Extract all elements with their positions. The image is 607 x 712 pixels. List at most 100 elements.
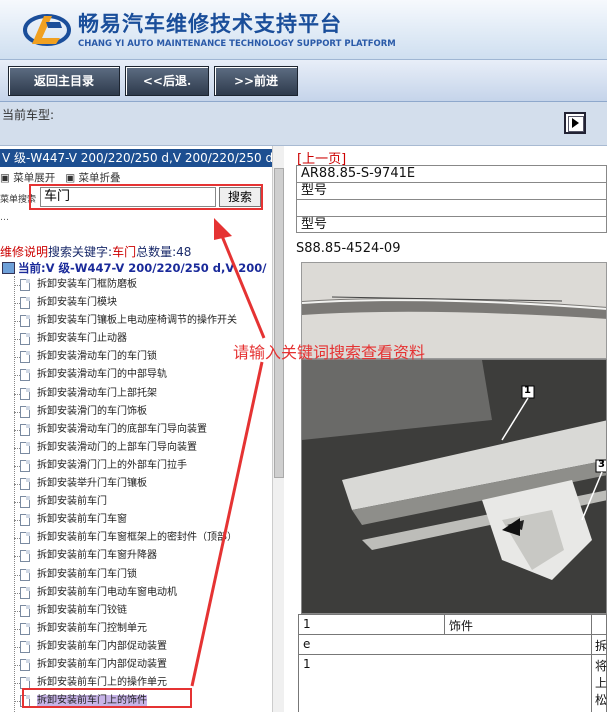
tree-item-label: 拆卸安装车门框防磨板: [37, 279, 137, 290]
tree-item-label: 拆卸安装滑动车门的中部导轨: [37, 369, 167, 381]
document-icon: [20, 640, 30, 653]
parts-cell: 松: [595, 693, 607, 707]
result-kw-label: 搜索关键字:: [48, 245, 113, 259]
vehicle-label: 当前车型:: [2, 108, 55, 122]
expand-icon[interactable]: ▣: [0, 172, 10, 184]
tree-item-label: 拆卸安装前车门: [37, 496, 107, 508]
tree-item[interactable]: 拆卸安装前车门内部促动装置: [14, 656, 272, 674]
document-icon: [20, 315, 30, 328]
tree-item-label: 拆卸安装前车门车窗: [37, 514, 127, 526]
back-button[interactable]: <<后退.: [125, 66, 209, 96]
result-keyword: 车门: [112, 245, 137, 259]
tree-item-label: 拆卸安装前车门铰链: [37, 604, 127, 616]
tree-item[interactable]: 拆卸安装前车门内部促动装置: [14, 638, 272, 656]
search-result-summary: 维修说明搜索关键字:车门总数量:48: [0, 243, 191, 260]
document-icon: [20, 658, 30, 671]
tree-item-label: 拆卸安装前车门内部促动装置: [37, 658, 167, 670]
expand-all-link[interactable]: 菜单展开: [13, 172, 55, 184]
parts-table: 1 饰件 e 拆 1 将 上 松: [298, 614, 607, 712]
document-icon: [20, 568, 30, 581]
callout-1: 1: [524, 385, 531, 396]
tree-item-label: 拆卸安装前车门车窗升降器: [37, 550, 157, 562]
computer-icon: [2, 262, 15, 274]
document-icon: [20, 351, 30, 364]
doc-empty-row: [296, 199, 607, 216]
tree-item[interactable]: 拆卸安装滑动车门上部托架: [14, 385, 272, 403]
ellipsis: …: [0, 213, 9, 223]
doc-part-number: AR88.85-S-9741E: [296, 165, 607, 182]
toolbar: 返回主目录 <<后退. >>前进: [0, 60, 607, 102]
header-banner: 畅易汽车维修技术支持平台 CHANG YI AUTO MAINTENANCE T…: [0, 0, 607, 60]
collapse-all-link[interactable]: 菜单折叠: [79, 172, 121, 184]
tree-item[interactable]: 拆卸安装车门模块: [14, 294, 272, 312]
search-highlight-box: [29, 184, 263, 210]
parts-cell: e: [303, 637, 311, 651]
tree-item-label: 拆卸安装滑动门的上部车门导向装置: [37, 441, 197, 453]
tree-item-label: 拆卸安装前车门内部促动装置: [37, 640, 167, 652]
tree-item-label: 拆卸安装前车门控制单元: [37, 622, 147, 634]
left-scrollbar[interactable]: [272, 146, 284, 712]
parts-cell: 1: [303, 657, 311, 671]
document-icon: [20, 297, 30, 310]
tree-item[interactable]: 拆卸安装前车门车窗框架上的密封件（顶部）: [14, 529, 272, 547]
result-count: 48: [176, 245, 192, 259]
tree-item[interactable]: 拆卸安装滑动门的上部车门导向装置: [14, 439, 272, 457]
tree-item-label: 拆卸安装前车门车门锁: [37, 568, 137, 580]
tree-item[interactable]: 拆卸安装前车门控制单元: [14, 620, 272, 638]
part-photo-main: 1 3: [301, 359, 607, 614]
tree-item-label: 拆卸安装车门止动器: [37, 333, 127, 345]
document-icon: [20, 369, 30, 382]
tree-item-label: 拆卸安装滑动车门的车门锁: [37, 351, 157, 363]
tree-item-label: 拆卸安装举升门车门镶板: [37, 478, 147, 490]
tree-item[interactable]: 拆卸安装前车门电动车窗电动机: [14, 584, 272, 602]
tree-item[interactable]: 拆卸安装前车门车窗: [14, 511, 272, 529]
figure-number: S88.85-4524-09: [296, 241, 401, 256]
panel-toggle-button[interactable]: [564, 112, 586, 134]
document-icon: [20, 604, 30, 617]
logo-icon: [23, 14, 71, 46]
vehicle-bar: 当前车型:: [0, 102, 607, 146]
result-count-label: 总数量:: [136, 245, 177, 259]
collapse-icon[interactable]: ▣: [65, 172, 75, 184]
tree-item-label: 拆卸安装前车门电动车窗电动机: [37, 586, 177, 598]
tree-item[interactable]: 拆卸安装滑门的车门饰板: [14, 403, 272, 421]
document-icon: [20, 532, 30, 545]
current-node[interactable]: 当前:V 级-W447-V 200/220/250 d,V 200/: [2, 260, 266, 276]
home-button[interactable]: 返回主目录: [8, 66, 120, 96]
tree-item-label: 拆卸安装前车门车窗框架上的密封件（顶部）: [37, 532, 237, 544]
tree-item[interactable]: 拆卸安装举升门车门镶板: [14, 475, 272, 493]
parts-row-2: e 拆: [298, 634, 607, 654]
parts-cell: 上: [595, 676, 607, 690]
doc-model-label-2: 型号: [296, 216, 607, 233]
document-icon: [20, 550, 30, 563]
document-icon: [20, 279, 30, 291]
platform-subtitle: CHANG YI AUTO MAINTENANCE TECHNOLOGY SUP…: [78, 39, 396, 49]
tree-item[interactable]: 拆卸安装前车门铰链: [14, 602, 272, 620]
tree-item-label: 拆卸安装滑动车门上部托架: [37, 387, 157, 399]
parts-cell: 1: [303, 617, 311, 631]
tree-item-label: 拆卸安装前车门上的操作单元: [37, 677, 167, 689]
tree-item[interactable]: 拆卸安装滑门门上的外部车门拉手: [14, 457, 272, 475]
tree-item[interactable]: 拆卸安装车门镶板上电动座椅调节的操作开关: [14, 312, 272, 330]
tree-item-label: 拆卸安装滑门门上的外部车门拉手: [37, 459, 187, 471]
document-icon: [20, 459, 30, 472]
tree-item[interactable]: 拆卸安装滑动车门的中部导轨: [14, 366, 272, 384]
parts-row-1: 1 饰件: [298, 614, 607, 634]
parts-cell: 拆: [595, 639, 607, 653]
model-selector[interactable]: V 级-W447-V 200/220/250 d,V 200/220/250 d: [0, 149, 272, 167]
menu-expand-row: ▣ 菜单展开 ▣ 菜单折叠: [0, 170, 121, 185]
scrollbar-thumb[interactable]: [274, 168, 284, 478]
tree-item[interactable]: 拆卸安装滑动车门的底部车门导向装置: [14, 421, 272, 439]
callout-3: 3: [598, 459, 605, 470]
platform-title: 畅易汽车维修技术支持平台: [78, 12, 342, 36]
tree-item[interactable]: 拆卸安装车门框防磨板: [14, 276, 272, 294]
document-icon: [20, 514, 30, 527]
parts-row-3: 1 将 上 松: [298, 654, 607, 712]
tree-item[interactable]: 拆卸安装前车门车门锁: [14, 566, 272, 584]
tree-item[interactable]: 拆卸安装前车门: [14, 493, 272, 511]
tree-item-label: 拆卸安装滑动车门的底部车门导向装置: [37, 423, 207, 435]
tree-item[interactable]: 拆卸安装前车门车窗升降器: [14, 547, 272, 565]
forward-button[interactable]: >>前进: [214, 66, 298, 96]
annotation-text: 请输入关键词搜索查看资料: [233, 343, 426, 362]
doc-model-label: 型号: [296, 182, 607, 199]
